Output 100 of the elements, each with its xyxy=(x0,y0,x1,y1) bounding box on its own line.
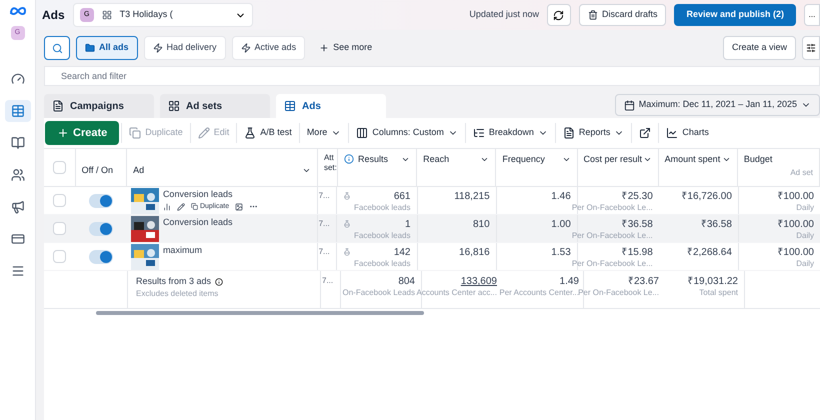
sort-caret-icon xyxy=(401,155,410,164)
toggle-switch[interactable] xyxy=(89,222,114,236)
filter-chip[interactable]: Active ads xyxy=(232,36,306,60)
table-row[interactable]: maximum 7... 142 Facebook leads 16,816 1.53 ₹15.98 Per On-Facebook Le... ₹2,268.64 ₹100.00 Daily xyxy=(44,243,820,271)
table-cell: ₹100.00 xyxy=(777,190,814,203)
plus-icon xyxy=(319,43,330,53)
chart-icon[interactable] xyxy=(162,202,171,211)
card-icon xyxy=(10,232,24,246)
table-cell: ₹16,726.00 xyxy=(681,190,732,203)
table-row[interactable]: Conversion leads 7... 1 Facebook leads 810 1.00 ₹36.58 Per On-Facebook Le... ₹36.58 ₹100.00 Daily xyxy=(44,215,820,243)
checkbox[interactable] xyxy=(53,194,66,207)
table-cell: 118,215 xyxy=(454,190,490,203)
date-range-button[interactable]: Maximum: Dec 11, 2021 – Jan 11, 2025 xyxy=(614,94,820,116)
ad-name[interactable]: maximum xyxy=(162,244,202,258)
more-button[interactable]: ... xyxy=(804,4,820,26)
toolbar-button[interactable]: Breakdown xyxy=(468,121,553,145)
filter-chip[interactable]: All ads xyxy=(76,36,138,60)
grid-icon xyxy=(168,100,180,112)
cell-note: Per On-Facebook Le... xyxy=(572,231,653,241)
edit-icon[interactable] xyxy=(176,202,185,211)
sidebar-item[interactable] xyxy=(4,100,30,122)
ad-name[interactable]: Conversion leads xyxy=(162,216,232,230)
toolbar-button[interactable]: Reports xyxy=(558,121,630,145)
table-cell: ₹15.98 xyxy=(622,246,653,259)
book-icon xyxy=(10,136,24,150)
column-header[interactable]: Results xyxy=(358,153,388,165)
see-more-button[interactable]: See more xyxy=(311,36,380,60)
toolbar-icon xyxy=(562,127,575,139)
cell-note: Facebook leads xyxy=(354,203,410,213)
toolbar-icon xyxy=(356,127,368,139)
cell-note: Total spent xyxy=(699,288,738,298)
checkbox[interactable] xyxy=(53,250,66,263)
settings-button[interactable] xyxy=(802,36,820,60)
tab[interactable]: Campaigns xyxy=(44,94,154,118)
checkbox[interactable] xyxy=(52,161,66,174)
gauge-icon xyxy=(10,72,24,86)
table-icon xyxy=(10,104,24,118)
scrollbar-thumb[interactable] xyxy=(96,311,424,315)
tab[interactable]: Ad sets xyxy=(160,94,270,118)
column-header[interactable]: Cost per result xyxy=(584,153,642,165)
sliders-icon xyxy=(806,43,816,53)
table-cell: 7... xyxy=(318,219,330,228)
column-header[interactable]: Amount spent xyxy=(664,153,720,165)
trash-icon xyxy=(588,10,598,20)
image-icon[interactable] xyxy=(235,202,244,211)
toolbar-button[interactable]: Columns: Custom xyxy=(351,121,463,145)
update-status: Updated just now xyxy=(469,8,539,22)
table-cell: 7... xyxy=(318,247,330,256)
toolbar-icon xyxy=(472,127,485,139)
search-field[interactable]: Search and filter xyxy=(44,66,820,86)
create-view-button[interactable]: Create a view xyxy=(722,36,796,60)
table-cell: ₹36.58 xyxy=(622,218,653,231)
table-cell: 142 xyxy=(394,246,410,259)
column-header[interactable]: Frequency xyxy=(502,153,545,165)
megaphone-icon xyxy=(10,200,24,214)
column-header[interactable]: Ad xyxy=(133,164,144,176)
table-cell: 7... xyxy=(318,191,330,200)
column-header[interactable]: Off / On xyxy=(82,164,113,176)
table-cell: ₹36.58 xyxy=(700,218,732,231)
column-header[interactable]: Att set: xyxy=(324,153,337,173)
toolbar-icon xyxy=(639,127,652,139)
discard-button[interactable]: Discard drafts xyxy=(578,4,666,26)
column-header[interactable]: Budget xyxy=(744,153,813,166)
cell-note: Accounts Center acc... xyxy=(416,288,497,298)
ad-name[interactable]: Conversion leads xyxy=(162,188,258,202)
cell-note: Daily xyxy=(796,259,814,269)
table-cell: 16,816 xyxy=(459,246,490,259)
search-icon xyxy=(52,42,62,54)
summary-label: Results from 3 ads xyxy=(136,275,212,288)
create-button[interactable]: Create xyxy=(45,121,120,145)
page-title: Ads xyxy=(42,7,65,24)
toolbar-icon xyxy=(129,127,142,139)
table-cell: 7... xyxy=(322,276,334,285)
toolbar-icon xyxy=(198,127,210,139)
table-cell: 1.49 xyxy=(560,275,579,288)
toolbar-icon xyxy=(244,127,256,139)
cell-note: Per Accounts Center... xyxy=(499,288,579,298)
toolbar-button[interactable]: A/B test xyxy=(239,121,297,145)
table-cell: 1.53 xyxy=(551,246,571,259)
toggle-switch[interactable] xyxy=(89,250,114,264)
table-cell: ₹23.67 xyxy=(628,275,659,288)
toolbar-button[interactable]: Charts xyxy=(661,121,714,145)
reach-link[interactable]: 133,609 xyxy=(460,275,497,288)
flask-icon xyxy=(343,248,352,256)
refresh-button[interactable] xyxy=(546,4,571,26)
sort-caret-icon xyxy=(722,155,731,164)
table-cell: ₹100.00 xyxy=(777,218,814,231)
folder-icon xyxy=(85,43,95,53)
filter-chip[interactable]: Had delivery xyxy=(144,36,226,60)
publish-button[interactable]: Review and publish (2) xyxy=(674,4,796,26)
toolbar-button[interactable]: More xyxy=(302,121,346,145)
search-button[interactable] xyxy=(44,36,70,60)
checkbox[interactable] xyxy=(53,222,66,235)
column-header[interactable]: Reach xyxy=(423,153,450,165)
plus-icon xyxy=(57,127,69,139)
tab[interactable]: Ads xyxy=(276,94,386,118)
menu-icon xyxy=(10,264,24,278)
toggle-switch[interactable] xyxy=(89,194,114,208)
logo-icon xyxy=(8,6,26,16)
account-name: T3 Holidays ( xyxy=(120,8,173,22)
